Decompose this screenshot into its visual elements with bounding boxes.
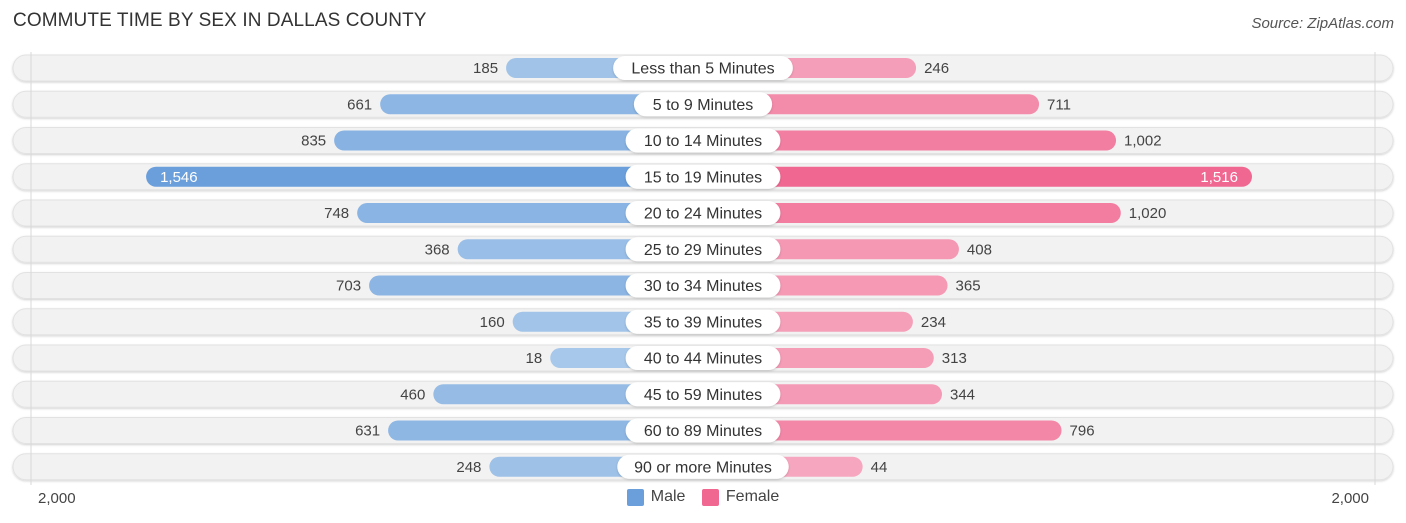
category-label: 10 to 14 Minutes (644, 133, 762, 150)
value-label-female: 246 (924, 60, 949, 77)
value-label-male: 160 (480, 314, 505, 331)
category-label: 45 to 59 Minutes (644, 387, 762, 404)
value-label-male: 18 (526, 350, 543, 367)
category-label: 35 to 39 Minutes (644, 314, 762, 331)
chart-row: 368 408 25 to 29 Minutes (12, 235, 1394, 263)
legend-item-male[interactable]: Male (626, 488, 686, 506)
chart-row: 835 1,002 10 to 14 Minutes (12, 127, 1394, 154)
bar-female (703, 166, 1252, 187)
category-label: 40 to 44 Minutes (644, 351, 762, 368)
value-label-male: 1,546 (160, 169, 198, 186)
legend-swatch-male (626, 488, 644, 506)
category-label: 30 to 34 Minutes (644, 278, 762, 295)
chart-row: 748 1,020 20 to 24 Minutes (12, 199, 1394, 227)
chart-row: 703 365 30 to 34 Minutes (12, 272, 1394, 299)
value-label-female: 796 (1070, 423, 1095, 440)
chart-row: 248 44 90 or more Minutes (12, 453, 1394, 481)
value-label-male: 835 (301, 133, 326, 150)
value-label-male: 185 (473, 60, 498, 77)
category-label: 20 to 24 Minutes (644, 206, 762, 223)
category-label: 90 or more Minutes (634, 459, 772, 476)
value-label-male: 368 (425, 241, 450, 258)
value-label-female: 711 (1047, 96, 1071, 113)
value-label-female: 313 (942, 350, 967, 367)
category-label: 60 to 89 Minutes (644, 423, 762, 440)
value-label-female: 1,020 (1129, 205, 1167, 222)
category-label: 5 to 9 Minutes (653, 97, 754, 114)
chart-row: 1,546 1,516 15 to 19 Minutes (12, 163, 1394, 191)
value-label-male: 748 (324, 205, 349, 222)
value-label-male: 703 (336, 278, 361, 295)
category-label: Less than 5 Minutes (631, 61, 774, 78)
legend: Male Female (0, 488, 1406, 511)
value-label-female: 234 (921, 314, 946, 331)
value-label-female: 44 (871, 459, 888, 476)
value-label-female: 344 (950, 386, 975, 403)
legend-label-male: Male (650, 488, 686, 505)
value-label-male: 631 (355, 423, 380, 440)
chart-row: 185 246 Less than 5 Minutes (12, 54, 1394, 82)
value-label-male: 248 (456, 459, 481, 476)
value-label-female: 365 (956, 278, 981, 295)
chart-row: 160 234 35 to 39 Minutes (12, 308, 1394, 336)
chart-row: 460 344 45 to 59 Minutes (12, 380, 1394, 408)
chart-canvas: 185 246 Less than 5 Minutes 661 711 5 to 9 Mi… (12, 52, 1394, 485)
legend-swatch-female (701, 488, 719, 506)
category-label: 25 to 29 Minutes (644, 242, 762, 259)
bar-male (146, 166, 703, 187)
legend-label-female: Female (725, 488, 780, 505)
value-label-male: 460 (400, 386, 425, 403)
chart-row: 631 796 60 to 89 Minutes (12, 417, 1394, 444)
chart-row: 18 313 40 to 44 Minutes (12, 344, 1394, 372)
value-label-female: 408 (967, 241, 992, 258)
chart-row: 661 711 5 to 9 Minutes (12, 90, 1394, 118)
category-label: 15 to 19 Minutes (644, 169, 762, 186)
value-label-male: 661 (347, 96, 372, 113)
legend-item-female[interactable]: Female (701, 488, 780, 506)
value-label-female: 1,516 (1200, 169, 1238, 186)
value-label-female: 1,002 (1124, 133, 1162, 150)
